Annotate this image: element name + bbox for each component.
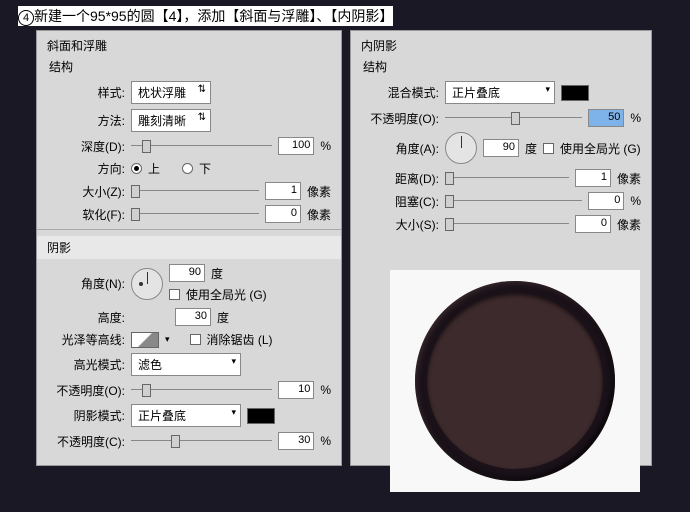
global-light-checkbox[interactable] xyxy=(169,289,180,300)
inner-global-label: 使用全局光 (G) xyxy=(560,140,641,157)
global-light-label: 使用全局光 (G) xyxy=(186,286,267,303)
angle-label: 角度(N): xyxy=(47,275,125,292)
inner-title: 内阴影 xyxy=(361,37,641,54)
antialias-checkbox[interactable] xyxy=(190,334,201,345)
inner-opacity-unit: % xyxy=(630,111,641,125)
blend-mode-label: 混合模式: xyxy=(361,84,439,101)
step-number: 4 xyxy=(18,10,34,26)
inner-choke-slider[interactable] xyxy=(445,194,582,208)
inner-size-slider[interactable] xyxy=(445,217,569,231)
shadow-opacity-input[interactable]: 30 xyxy=(278,432,314,450)
soften-slider[interactable] xyxy=(131,207,259,221)
inner-opacity-label: 不透明度(O): xyxy=(361,110,439,127)
inner-angle-unit: 度 xyxy=(525,140,537,157)
inner-size-unit: 像素 xyxy=(617,216,641,233)
shadow-opacity-slider[interactable] xyxy=(131,434,272,448)
angle-unit: 度 xyxy=(211,265,223,282)
inner-color-swatch[interactable] xyxy=(561,85,589,101)
altitude-unit: 度 xyxy=(217,309,229,326)
inner-opacity-slider[interactable] xyxy=(445,111,582,125)
inner-choke-label: 阻塞(C): xyxy=(361,193,439,210)
depth-unit: % xyxy=(320,139,331,153)
circle-inner xyxy=(427,293,603,469)
highlight-opacity-input[interactable]: 10 xyxy=(278,381,314,399)
technique-select[interactable]: 雕刻清晰 xyxy=(131,109,211,132)
highlight-opacity-unit: % xyxy=(320,383,331,397)
inner-size-label: 大小(S): xyxy=(361,216,439,233)
antialias-label: 消除锯齿 (L) xyxy=(207,331,273,348)
inner-distance-label: 距离(D): xyxy=(361,170,439,187)
style-select[interactable]: 枕状浮雕 xyxy=(131,81,211,104)
result-preview xyxy=(390,270,640,492)
inner-angle-dial[interactable] xyxy=(445,132,477,164)
depth-slider[interactable] xyxy=(131,139,272,153)
depth-input[interactable]: 100 xyxy=(278,137,314,155)
step-text: 新建一个95*95的圆【4】，添加【斜面与浮雕】、【内阴影】 xyxy=(34,8,393,24)
contour-label: 光泽等高线: xyxy=(47,331,125,348)
highlight-opacity-label: 不透明度(O): xyxy=(47,382,125,399)
blend-mode-select[interactable]: 正片叠底 xyxy=(445,81,555,104)
altitude-label: 高度: xyxy=(47,309,125,326)
circle-outer xyxy=(415,281,615,481)
structure-label: 结构 xyxy=(49,58,331,75)
inner-distance-unit: 像素 xyxy=(617,170,641,187)
inner-choke-input[interactable]: 0 xyxy=(588,192,624,210)
inner-angle-input[interactable]: 90 xyxy=(483,139,519,157)
highlight-opacity-slider[interactable] xyxy=(131,383,272,397)
inner-choke-unit: % xyxy=(630,194,641,208)
contour-picker[interactable] xyxy=(131,332,159,348)
size-label: 大小(Z): xyxy=(47,183,125,200)
soften-input[interactable]: 0 xyxy=(265,205,301,223)
step-caption: 4新建一个95*95的圆【4】，添加【斜面与浮雕】、【内阴影】 xyxy=(18,6,393,26)
shadow-mode-select[interactable]: 正片叠底 xyxy=(131,404,241,427)
shadow-opacity-label: 不透明度(C): xyxy=(47,433,125,450)
direction-down-label: 下 xyxy=(199,160,211,177)
size-unit: 像素 xyxy=(307,183,331,200)
technique-label: 方法: xyxy=(47,112,125,129)
highlight-mode-select[interactable]: 滤色 xyxy=(131,353,241,376)
style-label: 样式: xyxy=(47,84,125,101)
soften-unit: 像素 xyxy=(307,206,331,223)
shadow-color-swatch[interactable] xyxy=(247,408,275,424)
direction-up-label: 上 xyxy=(148,160,160,177)
shadow-mode-label: 阴影模式: xyxy=(47,407,125,424)
bevel-title: 斜面和浮雕 xyxy=(47,37,331,54)
angle-input[interactable]: 90 xyxy=(169,264,205,282)
inner-size-input[interactable]: 0 xyxy=(575,215,611,233)
shading-label: 阴影 xyxy=(37,236,341,259)
shadow-opacity-unit: % xyxy=(320,434,331,448)
bevel-panel: 斜面和浮雕 结构 样式: 枕状浮雕 方法: 雕刻清晰 深度(D): 100 % … xyxy=(36,30,342,466)
direction-label: 方向: xyxy=(47,160,125,177)
direction-down-radio[interactable] xyxy=(182,163,193,174)
depth-label: 深度(D): xyxy=(47,138,125,155)
soften-label: 软化(F): xyxy=(47,206,125,223)
altitude-input[interactable]: 30 xyxy=(175,308,211,326)
inner-structure-label: 结构 xyxy=(363,58,641,75)
direction-up-radio[interactable] xyxy=(131,163,142,174)
highlight-mode-label: 高光模式: xyxy=(47,356,125,373)
size-input[interactable]: 1 xyxy=(265,182,301,200)
inner-opacity-input[interactable]: 50 xyxy=(588,109,624,127)
inner-distance-input[interactable]: 1 xyxy=(575,169,611,187)
angle-dial[interactable] xyxy=(131,268,163,300)
inner-distance-slider[interactable] xyxy=(445,171,569,185)
inner-angle-label: 角度(A): xyxy=(361,140,439,157)
size-slider[interactable] xyxy=(131,184,259,198)
inner-global-checkbox[interactable] xyxy=(543,143,554,154)
